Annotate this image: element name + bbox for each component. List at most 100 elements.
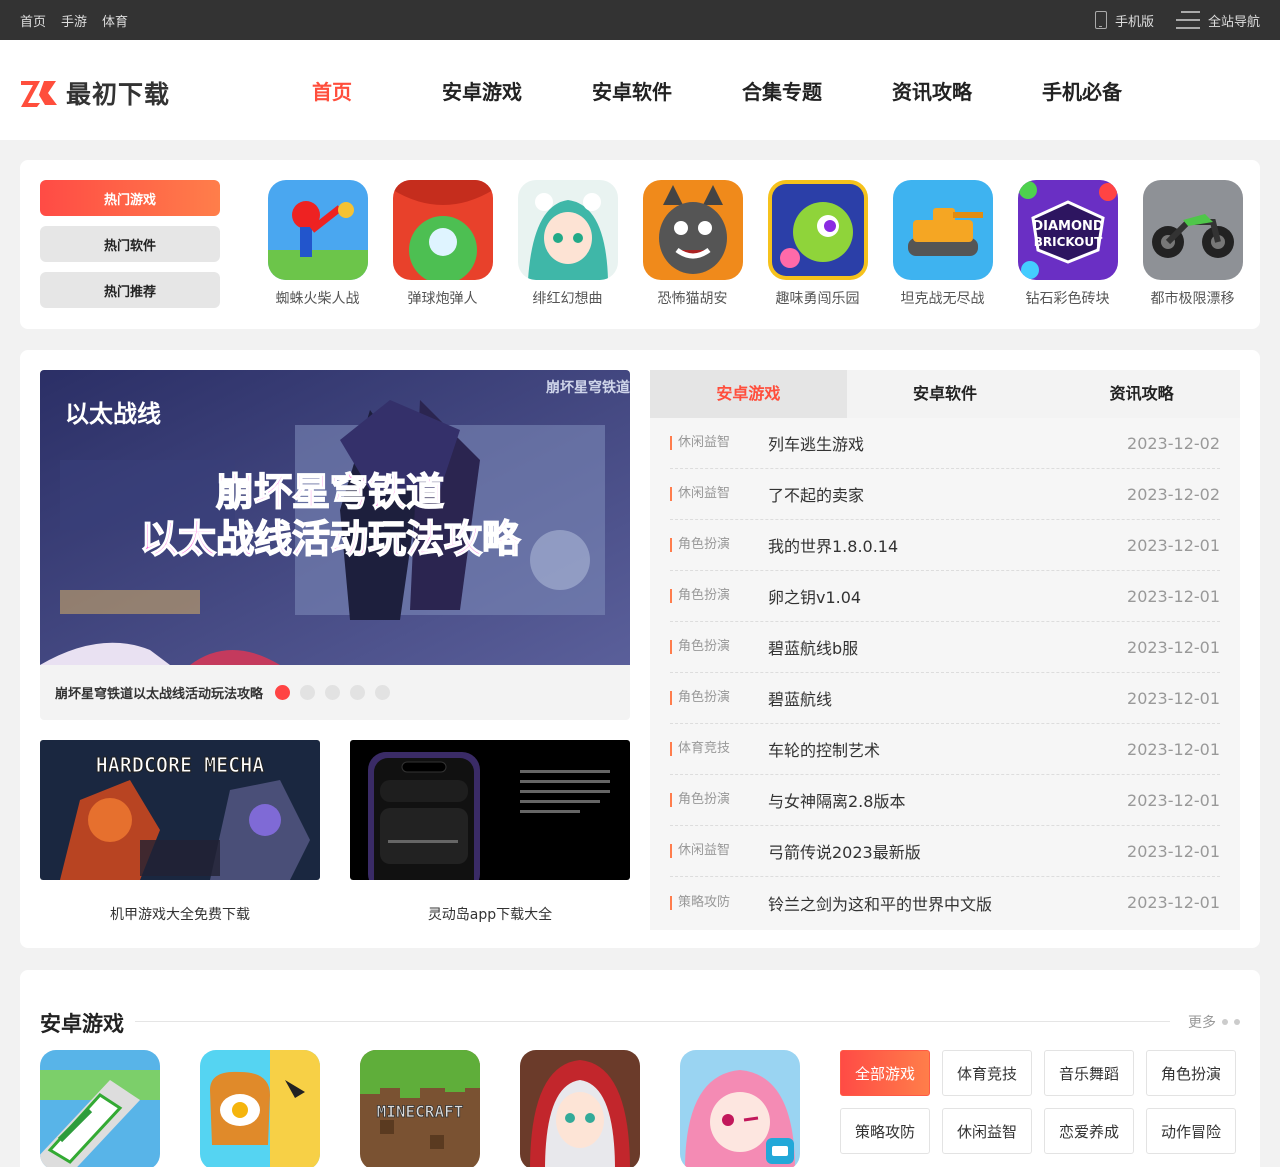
list-item[interactable]: 角色扮演 卵之钥v1.04 2023-12-01 — [670, 571, 1220, 622]
list-item[interactable]: 角色扮演 碧蓝航线b服 2023-12-01 — [670, 622, 1220, 673]
filter-rpg[interactable]: 角色扮演 — [1146, 1050, 1236, 1096]
list-item-title: 碧蓝航线 — [768, 690, 833, 709]
banner-heading-text: 以太战线 — [65, 400, 161, 428]
tab-hot-games[interactable]: 热门游戏 — [40, 180, 220, 216]
section-divider — [135, 1021, 1170, 1022]
top-right-links: 手机版 全站导航 — [1094, 0, 1260, 40]
tab-news-guides[interactable]: 资讯攻略 — [1043, 370, 1240, 418]
topic-card-dynamic-island[interactable]: 灵动岛app下载大全 — [350, 740, 630, 924]
filter-romance-sim[interactable]: 恋爱养成 — [1044, 1108, 1134, 1154]
logo-text: 最初下载 — [66, 80, 171, 109]
nav-collections[interactable]: 合集专题 — [707, 76, 857, 105]
list-item[interactable]: 角色扮演 与女神隔离2.8版本 2023-12-01 — [670, 775, 1220, 826]
list-item-date: 2023-12-01 — [1127, 893, 1220, 912]
nav-home[interactable]: 首页 — [257, 76, 407, 105]
crimson-fantasia-game-icon — [517, 180, 618, 280]
carousel-dot[interactable] — [300, 685, 315, 700]
top-link-home[interactable]: 首页 — [20, 11, 46, 30]
filter-sports[interactable]: 体育竞技 — [942, 1050, 1032, 1096]
list-item-category: 角色扮演 — [670, 538, 768, 552]
main-nav: 首页 安卓游戏 安卓软件 合集专题 资讯攻略 手机必备 — [257, 40, 1157, 140]
top-links: 首页 手游 体育 — [20, 0, 128, 40]
filter-action-adventure[interactable]: 动作冒险 — [1146, 1108, 1236, 1154]
hot-tabs: 热门游戏 热门软件 热门推荐 — [40, 180, 220, 318]
filter-strategy[interactable]: 策略攻防 — [840, 1108, 930, 1154]
list-item[interactable]: 体育竞技 车轮的控制艺术 2023-12-01 — [670, 724, 1220, 775]
nav-news-guides[interactable]: 资讯攻略 — [857, 76, 1007, 105]
mobile-version-link[interactable]: 手机版 — [1094, 11, 1154, 30]
list-item-date: 2023-12-02 — [1127, 433, 1220, 453]
tab-android-software[interactable]: 安卓软件 — [847, 370, 1044, 418]
banner-corner-text: 崩坏星穹铁道 — [546, 379, 630, 396]
hot-game-name: 钻石彩色砖块 — [1025, 291, 1110, 307]
hot-game-item[interactable]: 绯红幻想曲 — [505, 180, 630, 308]
top-link-sports[interactable]: 体育 — [102, 11, 128, 30]
hot-game-item[interactable]: 趣味勇闯乐园 — [755, 180, 880, 308]
list-item[interactable]: 休闲益智 列车逃生游戏 2023-12-02 — [670, 418, 1220, 469]
nav-android-software[interactable]: 安卓软件 — [557, 76, 707, 105]
carousel-dot[interactable] — [375, 685, 390, 700]
hot-game-item[interactable]: 都市极限漂移 — [1130, 180, 1255, 308]
tab-hot-software[interactable]: 热门软件 — [40, 226, 220, 262]
city-drift-motorcycle-icon — [1142, 180, 1243, 280]
list-item-date: 2023-12-01 — [1127, 841, 1220, 861]
carousel-dots — [275, 685, 390, 700]
hot-game-name: 趣味勇闯乐园 — [775, 291, 860, 307]
train-game-icon[interactable] — [40, 1050, 160, 1167]
carousel-dot[interactable] — [325, 685, 340, 700]
nav-android-games[interactable]: 安卓游戏 — [407, 76, 557, 105]
banner-artwork: 以太战线 崩坏星穹铁道 崩坏星穹铁道 以太战线活动玩法攻略 — [40, 370, 630, 665]
list-item-category: 休闲益智 — [670, 487, 768, 501]
minecraft-game-icon[interactable]: MINECRAFT — [360, 1050, 480, 1167]
banner-image[interactable]: 以太战线 崩坏星穹铁道 崩坏星穹铁道 以太战线活动玩法攻略 — [40, 370, 630, 665]
list-item-title: 了不起的卖家 — [768, 486, 865, 505]
carousel-dot[interactable] — [275, 685, 290, 700]
banner-main-title-1: 崩坏星穹铁道 — [216, 470, 444, 514]
red-hood-girl-game-icon[interactable] — [520, 1050, 640, 1167]
hot-game-item[interactable]: 恐怖猫胡安 — [630, 180, 755, 308]
list-item-title: 碧蓝航线b服 — [768, 639, 859, 658]
hot-game-item[interactable]: 坦克战无尽战 — [880, 180, 1005, 308]
list-item[interactable]: 角色扮演 碧蓝航线 2023-12-01 — [670, 673, 1220, 724]
bread-egg-game-icon[interactable] — [200, 1050, 320, 1167]
list-item-date: 2023-12-01 — [1127, 535, 1220, 555]
list-item[interactable]: 角色扮演 我的世界1.8.0.14 2023-12-01 — [670, 520, 1220, 571]
list-item-category: 角色扮演 — [670, 793, 768, 807]
android-game-icons: MINECRAFT — [40, 1050, 800, 1167]
topic-card-mecha[interactable]: HARDCORE MECHA 机甲游戏大全免费下载 — [40, 740, 320, 924]
top-link-mobile-games[interactable]: 手游 — [61, 11, 87, 30]
list-item[interactable]: 策略攻防 铃兰之剑为这和平的世界中文版 2023-12-01 — [670, 877, 1220, 928]
hot-game-item[interactable]: 蜘蛛火柴人战 — [255, 180, 380, 308]
hot-game-item[interactable]: 弹球炮弹人 — [380, 180, 505, 308]
list-item-category: 策略攻防 — [670, 895, 768, 910]
logo-mark-icon — [21, 81, 57, 107]
hot-game-item[interactable]: DIAMOND BRICKOUT 钻石彩色砖块 — [1005, 180, 1130, 308]
site-logo[interactable]: 最初下载 — [20, 75, 170, 111]
list-item-category: 角色扮演 — [670, 640, 768, 654]
game-category-filters: 全部游戏 体育竞技 音乐舞蹈 角色扮演 策略攻防 休闲益智 恋爱养成 动作冒险 — [840, 1050, 1240, 1154]
azur-lane-game-icon[interactable] — [680, 1050, 800, 1167]
banner-carousel: 以太战线 崩坏星穹铁道 崩坏星穹铁道 以太战线活动玩法攻略 崩坏星穹铁道以太战线… — [40, 370, 630, 720]
filter-music-dance[interactable]: 音乐舞蹈 — [1044, 1050, 1134, 1096]
tank-war-game-icon — [892, 180, 993, 280]
banner-caption[interactable]: 崩坏星穹铁道以太战线活动玩法攻略 — [55, 683, 263, 702]
list-item-date: 2023-12-02 — [1127, 484, 1220, 504]
site-nav-link[interactable]: 全站导航 — [1175, 11, 1260, 30]
more-link[interactable]: 更多 — [1188, 1012, 1240, 1032]
list-item-date: 2023-12-01 — [1127, 586, 1220, 606]
list-item-title: 铃兰之剑为这和平的世界中文版 — [768, 894, 993, 914]
list-rows: 休闲益智 列车逃生游戏 2023-12-02 休闲益智 了不起的卖家 2023-12-0… — [650, 418, 1240, 928]
tab-hot-recommend[interactable]: 热门推荐 — [40, 272, 220, 308]
tab-android-games[interactable]: 安卓游戏 — [650, 370, 847, 418]
hot-game-name: 蜘蛛火柴人战 — [275, 291, 360, 307]
section-title: 安卓游戏 — [40, 1012, 124, 1036]
mobile-version-label: 手机版 — [1114, 14, 1154, 30]
list-item[interactable]: 休闲益智 弓箭传说2023最新版 2023-12-01 — [670, 826, 1220, 877]
list-item-title: 与女神隔离2.8版本 — [768, 792, 906, 811]
menu-list-icon — [1175, 11, 1200, 29]
filter-casual-puzzle[interactable]: 休闲益智 — [942, 1108, 1032, 1154]
list-item[interactable]: 休闲益智 了不起的卖家 2023-12-02 — [670, 469, 1220, 520]
nav-phone-essentials[interactable]: 手机必备 — [1007, 76, 1157, 105]
carousel-dot[interactable] — [350, 685, 365, 700]
filter-all-games[interactable]: 全部游戏 — [840, 1050, 930, 1096]
